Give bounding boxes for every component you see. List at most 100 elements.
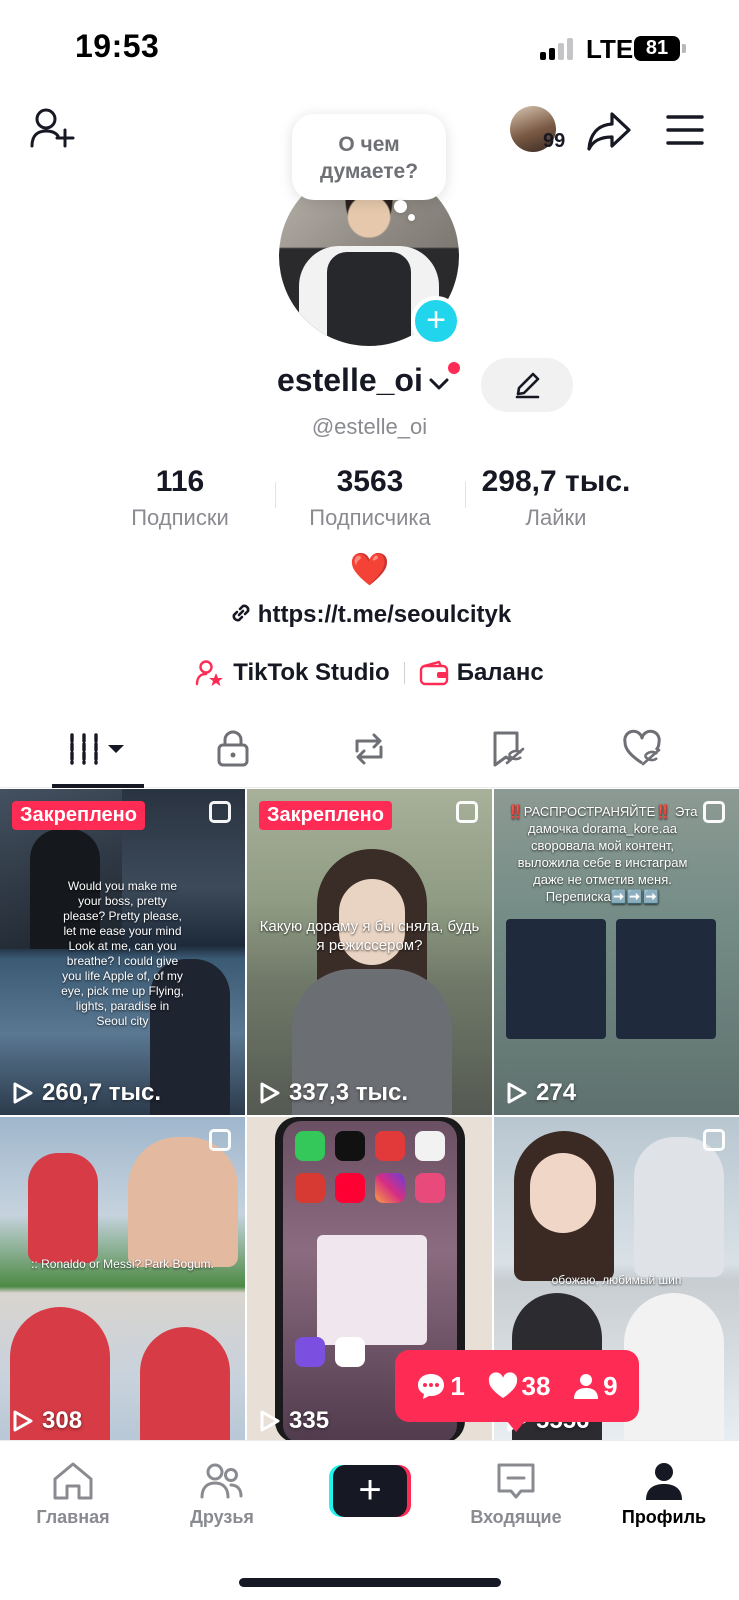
notification-dot bbox=[448, 362, 460, 374]
profile-handle: @estelle_oi bbox=[311, 414, 428, 439]
likes-notification: 38 bbox=[488, 1371, 550, 1402]
tab-liked[interactable] bbox=[582, 710, 702, 788]
repost-icon bbox=[355, 733, 383, 765]
wallet-icon bbox=[419, 660, 448, 686]
comments-notification: 1 bbox=[416, 1371, 465, 1402]
nav-friends-label: Друзья bbox=[190, 1507, 254, 1527]
add-friend-button[interactable] bbox=[30, 106, 76, 157]
nav-home-label: Главная bbox=[36, 1507, 110, 1527]
followers-notification: 9 bbox=[573, 1371, 618, 1402]
stat-divider bbox=[275, 482, 276, 508]
activity-notification[interactable]: 1 38 9 bbox=[395, 1350, 639, 1422]
hamburger-menu-icon bbox=[666, 115, 704, 145]
video-thumbnail[interactable]: ‼️РАСПРОСТРАНЯЙТЕ‼️ Эта дамочка dorama_k… bbox=[494, 789, 739, 1115]
nav-profile-label: Профиль bbox=[621, 1507, 707, 1527]
status-time: 19:53 bbox=[75, 28, 160, 64]
link-icon bbox=[232, 604, 250, 622]
view-count-text: 308 bbox=[42, 1407, 83, 1434]
bio-link[interactable]: https://t.me/seoulcityk bbox=[0, 600, 739, 629]
share-profile-button[interactable] bbox=[586, 110, 632, 157]
account-switch-chevron[interactable] bbox=[428, 376, 450, 397]
tab-videos[interactable] bbox=[38, 710, 158, 788]
battery-cap bbox=[682, 44, 686, 53]
liked-icon bbox=[623, 729, 661, 766]
view-count: 308 bbox=[12, 1407, 82, 1435]
person-icon bbox=[574, 1374, 599, 1399]
nav-home[interactable]: Главная bbox=[13, 1461, 133, 1528]
play-icon bbox=[13, 1410, 33, 1432]
tab-private[interactable] bbox=[173, 710, 293, 788]
create-button[interactable]: + bbox=[329, 1465, 411, 1517]
multi-video-icon bbox=[209, 1129, 231, 1151]
likes-label: Лайки bbox=[525, 505, 587, 530]
play-icon bbox=[13, 1082, 33, 1104]
videos-grid-icon bbox=[70, 733, 124, 765]
video-caption: Какую дораму я бы сняла, будь я режиссер… bbox=[259, 918, 480, 954]
following-label: Подписки bbox=[131, 505, 229, 530]
favorites-icon bbox=[493, 731, 525, 767]
battery-icon: 81 bbox=[634, 36, 680, 61]
create-plus-icon: + bbox=[333, 1465, 407, 1517]
nav-profile[interactable]: Профиль bbox=[604, 1461, 724, 1528]
home-indicator bbox=[239, 1578, 501, 1587]
video-thumbnail[interactable]: :: Ronaldo or Messi? Park Bogum. 308 bbox=[0, 1117, 245, 1443]
play-icon bbox=[260, 1410, 280, 1432]
view-count-text: 335 bbox=[289, 1407, 330, 1434]
video-caption: ‼️РАСПРОСТРАНЯЙТЕ‼️ Эта дамочка dorama_k… bbox=[507, 804, 698, 904]
balance-label: Баланс bbox=[456, 659, 544, 686]
video-caption: обожаю, любимый шип bbox=[551, 1273, 682, 1287]
play-icon bbox=[260, 1082, 280, 1104]
video-grid: Закреплено Would you make me your boss, … bbox=[0, 789, 739, 1443]
followers-stat[interactable]: 3563 Подписчика bbox=[286, 465, 454, 531]
followers-label: Подписчика bbox=[309, 505, 431, 530]
bubble-tail-dot bbox=[408, 214, 415, 221]
thought-bubble-line2: думаете? bbox=[319, 160, 419, 183]
pinned-badge: Закреплено bbox=[12, 801, 145, 830]
video-caption: :: Ronaldo or Messi? Park Bogum. bbox=[31, 1257, 214, 1271]
chevron-down-icon bbox=[429, 378, 449, 390]
thought-bubble[interactable]: О чем думаете? bbox=[292, 114, 446, 200]
multi-video-icon bbox=[703, 801, 725, 823]
balance-button[interactable]: Баланс bbox=[419, 659, 544, 687]
nav-friends[interactable]: Друзья bbox=[162, 1461, 282, 1528]
nav-inbox[interactable]: Входящие bbox=[456, 1461, 576, 1528]
menu-button[interactable] bbox=[666, 114, 704, 151]
tools-divider bbox=[403, 662, 405, 684]
home-icon bbox=[53, 1462, 93, 1500]
tab-favorites[interactable] bbox=[447, 710, 567, 788]
username[interactable]: estelle_oi bbox=[277, 362, 423, 399]
tiktok-studio-button[interactable]: TikTok Studio bbox=[195, 659, 390, 687]
following-count: 116 bbox=[155, 465, 205, 498]
bottom-navigation: Главная Друзья + Входящие Профиль bbox=[0, 1440, 739, 1600]
following-stat[interactable]: 116 Подписки bbox=[110, 465, 250, 531]
inbox-icon bbox=[497, 1463, 535, 1499]
person-star-icon bbox=[196, 660, 224, 686]
pencil-icon bbox=[515, 372, 540, 399]
thought-bubble-line1: О чем bbox=[338, 133, 400, 156]
network-type: LTE bbox=[586, 34, 634, 64]
tab-reposts[interactable] bbox=[309, 710, 429, 788]
lock-icon bbox=[217, 730, 249, 767]
status-bar: 19:53 LTE 81 bbox=[0, 0, 739, 100]
profile-tabs bbox=[0, 710, 739, 788]
view-count-text: 337,3 тыс. bbox=[289, 1079, 408, 1106]
tiktok-studio-label: TikTok Studio bbox=[233, 659, 390, 686]
video-thumbnail[interactable]: Закреплено Какую дораму я бы сняла, будь… bbox=[247, 789, 492, 1115]
creator-tools-row: TikTok Studio Баланс bbox=[0, 655, 739, 691]
likes-count: 298,7 тыс. bbox=[481, 465, 631, 498]
view-count-text: 260,7 тыс. bbox=[42, 1079, 161, 1106]
bio-heart-emoji: ❤️ bbox=[349, 551, 390, 587]
likes-stat[interactable]: 298,7 тыс. Лайки bbox=[466, 465, 646, 531]
add-story-button[interactable]: + bbox=[411, 296, 461, 346]
pinned-badge: Закреплено bbox=[259, 801, 392, 830]
multi-video-icon bbox=[456, 801, 478, 823]
bubble-tail-dot bbox=[394, 200, 407, 213]
share-icon bbox=[587, 112, 631, 151]
edit-profile-button[interactable] bbox=[481, 358, 573, 412]
multi-video-icon bbox=[209, 801, 231, 823]
view-count-text: 274 bbox=[536, 1079, 577, 1106]
person-plus-icon bbox=[30, 108, 75, 148]
active-tab-indicator bbox=[52, 784, 144, 788]
video-thumbnail[interactable]: Закреплено Would you make me your boss, … bbox=[0, 789, 245, 1115]
notification-tail bbox=[506, 1420, 526, 1432]
